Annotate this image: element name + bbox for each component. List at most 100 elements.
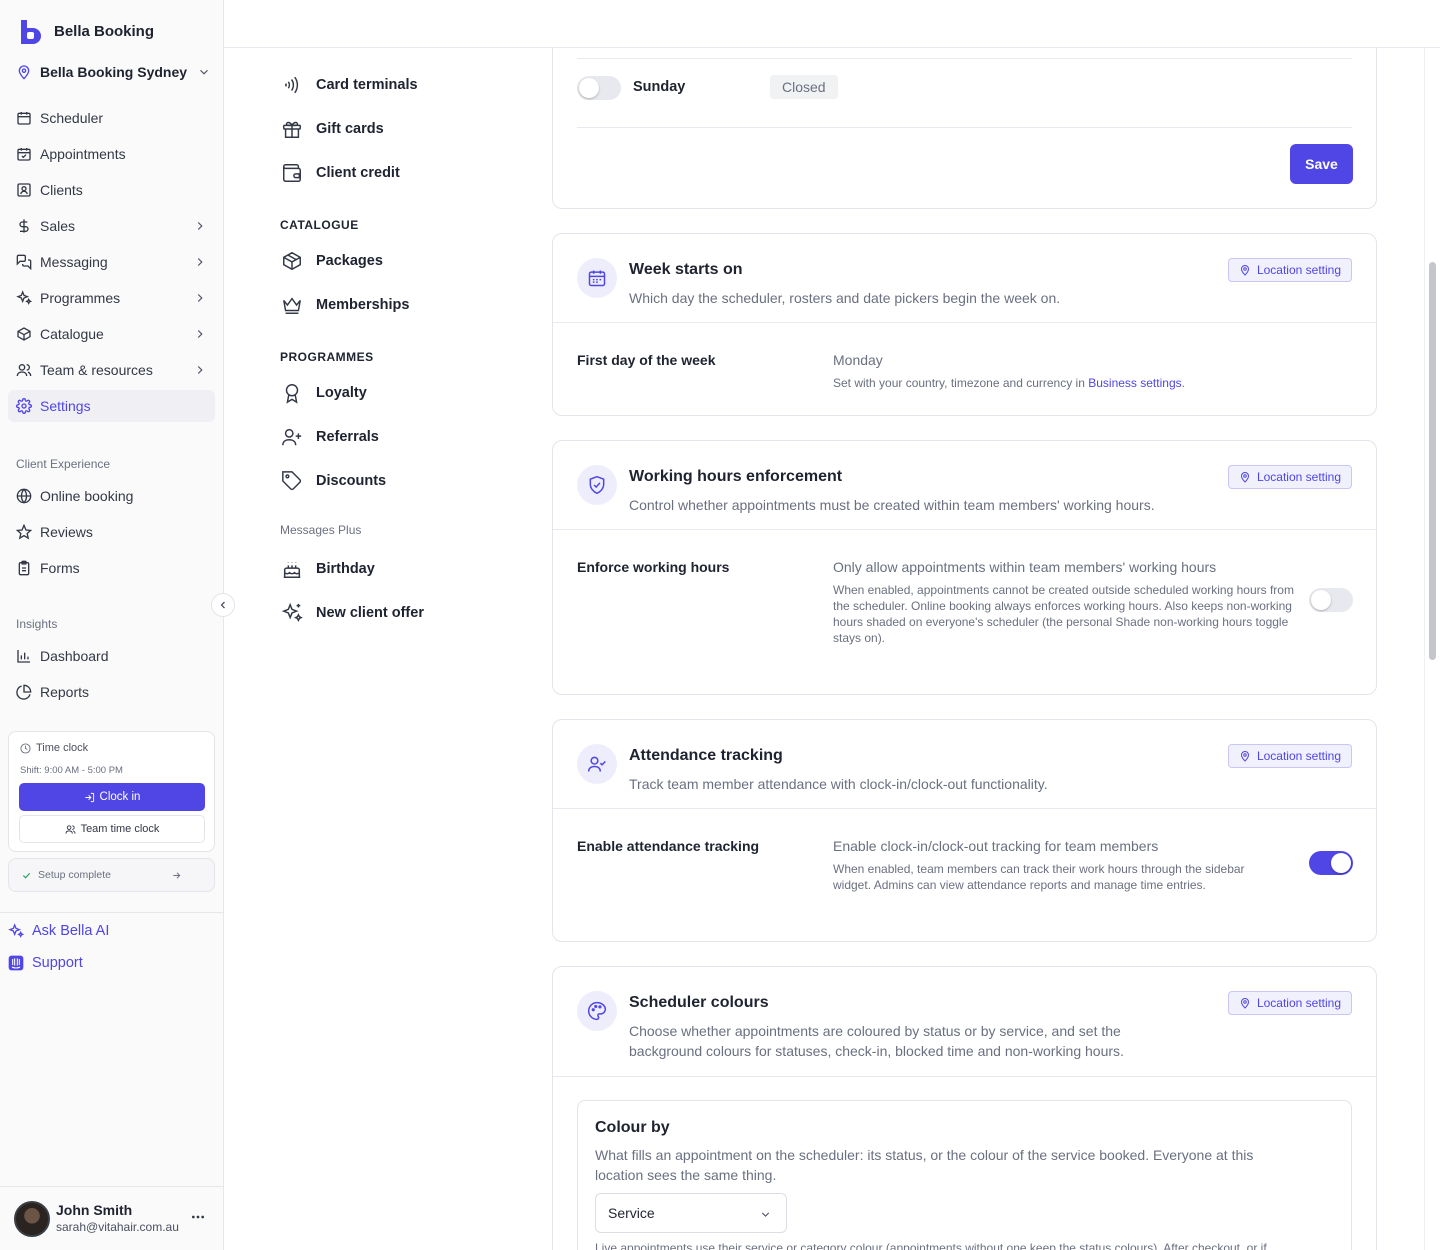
sparkles-icon — [16, 290, 32, 306]
gear-icon — [16, 398, 32, 414]
nav-item-clients[interactable]: Clients — [8, 174, 215, 206]
check-icon — [21, 870, 32, 881]
closed-status: Closed — [770, 75, 838, 99]
contactless-icon — [280, 73, 304, 97]
users-icon — [65, 824, 76, 835]
nav-label: Messaging — [40, 254, 108, 270]
settings-nav-gift-cards[interactable]: Gift cards — [280, 117, 384, 141]
nav-item-online-booking[interactable]: Online booking — [8, 480, 215, 512]
settings-nav-referrals[interactable]: Referrals — [280, 425, 379, 449]
save-button[interactable]: Save — [1290, 144, 1353, 184]
nav-label: Sales — [40, 218, 76, 234]
bar-chart-icon — [16, 648, 32, 664]
nav-label: Clients — [40, 182, 83, 198]
location-setting-badge: Location setting — [1227, 991, 1352, 1015]
user-menu[interactable]: John Smith sarah@vitahair.com.au — [0, 1186, 223, 1250]
card-description: Track team member attendance with clock-… — [629, 776, 1048, 792]
business-settings-link[interactable]: Business settings — [1088, 376, 1181, 390]
nav-label: Programmes — [40, 290, 121, 306]
clock-icon — [20, 742, 31, 754]
settings-nav-loyalty[interactable]: Loyalty — [280, 381, 367, 405]
nav-item-settings[interactable]: Settings — [8, 390, 215, 422]
week-starts-header: Week starts on Which day the scheduler, … — [553, 234, 1376, 323]
more-horizontal-icon[interactable] — [190, 1209, 206, 1225]
nav-item-team-resources[interactable]: Team & resources — [8, 354, 215, 386]
team-time-clock-button[interactable]: Team time clock — [19, 815, 205, 843]
clock-in-label: Clock in — [99, 791, 141, 803]
nav-item-reviews[interactable]: Reviews — [8, 516, 215, 548]
chevron-left-icon — [217, 599, 229, 611]
team-time-clock-label: Team time clock — [80, 823, 160, 835]
colour-by-description: What fills an appointment on the schedul… — [595, 1147, 1254, 1183]
settings-nav-label: Loyalty — [316, 385, 367, 401]
settings-nav-label: Discounts — [316, 473, 387, 489]
shift-time: Shift: 9:00 AM - 5:00 PM — [20, 765, 123, 776]
location-setting-badge: Location setting — [1227, 465, 1352, 489]
nav-label: Reports — [40, 684, 90, 700]
settings-nav-birthday[interactable]: Birthday — [280, 557, 375, 581]
setup-complete-banner[interactable]: Setup complete — [8, 858, 215, 892]
scheduler-colours-card: Scheduler colours Choose whether appoint… — [552, 966, 1377, 1250]
nav-item-scheduler[interactable]: Scheduler — [8, 102, 215, 134]
nav-item-appointments[interactable]: Appointments — [8, 138, 215, 170]
sunday-open-toggle[interactable] — [577, 76, 621, 100]
wallet-icon — [280, 161, 304, 185]
enforce-working-hours-toggle[interactable] — [1309, 588, 1353, 612]
brand[interactable]: Bella Booking — [18, 18, 154, 44]
chevron-right-icon — [193, 363, 207, 377]
enforcement-header: Working hours enforcement Control whethe… — [553, 441, 1376, 530]
clipboard-icon — [16, 560, 32, 576]
map-pin-icon — [1239, 471, 1251, 483]
nav-item-reports[interactable]: Reports — [8, 676, 215, 708]
settings-nav-new-client-offer[interactable]: New client offer — [280, 601, 424, 625]
toggle-knob — [1331, 853, 1351, 873]
map-pin-icon — [16, 64, 32, 80]
settings-nav-client-credit[interactable]: Client credit — [280, 161, 400, 185]
nav-item-sales[interactable]: Sales — [8, 210, 215, 242]
user-check-icon — [577, 744, 617, 784]
palette-icon — [577, 991, 617, 1031]
card-title: Attendance tracking — [629, 747, 783, 764]
scrollbar-thumb[interactable] — [1429, 262, 1436, 660]
calendar-icon — [577, 258, 617, 298]
badge-label: Location setting — [1256, 996, 1341, 1010]
settings-nav-discounts[interactable]: Discounts — [280, 469, 386, 493]
collapse-sidebar-button[interactable] — [211, 593, 235, 617]
messages-icon — [16, 254, 32, 270]
toggle-knob — [1311, 590, 1331, 610]
support-link[interactable]: Support — [8, 955, 83, 971]
row-help: When enabled, team members can track the… — [833, 862, 1245, 892]
nav-item-dashboard[interactable]: Dashboard — [8, 640, 215, 672]
nav-item-forms[interactable]: Forms — [8, 552, 215, 584]
time-clock-widget: Time clock Shift: 9:00 AM - 5:00 PM Cloc… — [8, 731, 215, 852]
nav-item-catalogue[interactable]: Catalogue — [8, 318, 215, 350]
map-pin-icon — [1239, 264, 1251, 276]
colour-by-select[interactable]: Service — [595, 1193, 787, 1233]
card-description: Control whether appointments must be cre… — [629, 497, 1155, 513]
ask-bella-ai-label: Ask Bella AI — [32, 923, 110, 939]
ask-bella-ai-link[interactable]: Ask Bella AI — [8, 923, 109, 939]
settings-nav-packages[interactable]: Packages — [280, 249, 383, 273]
avatar — [14, 1201, 50, 1237]
clock-in-button[interactable]: Clock in — [19, 783, 205, 811]
insights-nav: Insights Dashboard Reports — [8, 614, 215, 712]
settings-nav-memberships[interactable]: Memberships — [280, 293, 409, 317]
map-pin-icon — [1239, 750, 1251, 762]
gift-icon — [280, 117, 304, 141]
pie-chart-icon — [16, 684, 32, 700]
card-description: Which day the scheduler, rosters and dat… — [629, 290, 1061, 306]
calendar-check-icon — [16, 146, 32, 162]
week-starts-card: Week starts on Which day the scheduler, … — [552, 233, 1377, 416]
attendance-tracking-toggle[interactable] — [1309, 851, 1353, 875]
nav-label: Online booking — [40, 488, 134, 504]
user-email: sarah@vitahair.com.au — [56, 1220, 179, 1234]
settings-nav-card-terminals[interactable]: Card terminals — [280, 73, 418, 97]
location-switcher[interactable]: Bella Booking Sydney — [16, 64, 211, 80]
card-title: Week starts on — [629, 261, 743, 278]
nav-item-messaging[interactable]: Messaging — [8, 246, 215, 278]
toggle-knob — [579, 78, 599, 98]
chevron-down-icon — [197, 65, 211, 79]
nav-label: Forms — [40, 560, 80, 576]
first-day-value: Monday — [833, 352, 883, 368]
nav-item-programmes[interactable]: Programmes — [8, 282, 215, 314]
